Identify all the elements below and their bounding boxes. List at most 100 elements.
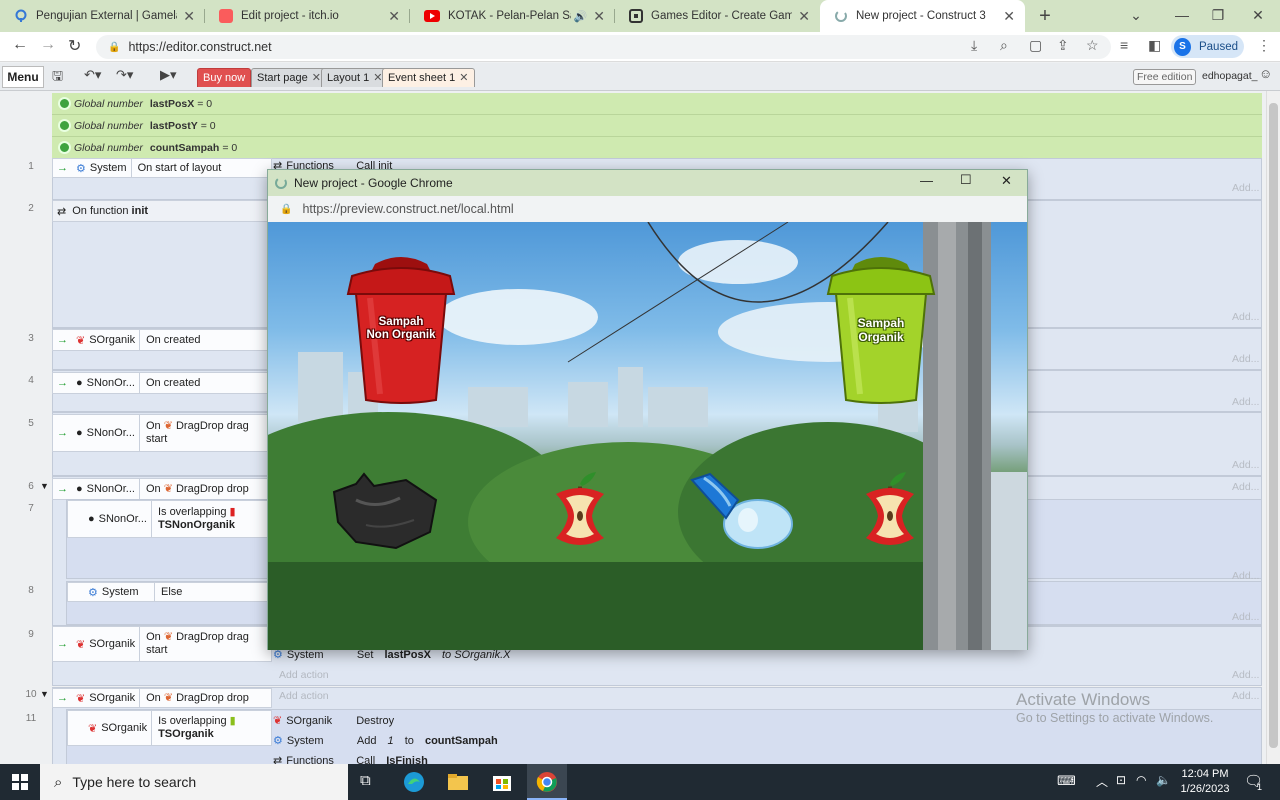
event-condition[interactable]: → ● SNonOr... On ❦ DragDrop drag start bbox=[52, 414, 272, 452]
reload-icon[interactable]: ↻ bbox=[68, 36, 81, 56]
zoom-icon[interactable]: ⌕ bbox=[1000, 37, 1008, 54]
username[interactable]: edhopagat_ bbox=[1202, 70, 1257, 82]
new-tab-button[interactable]: + bbox=[1025, 0, 1065, 32]
add-action-link[interactable]: Add... bbox=[1232, 690, 1259, 702]
volume-icon[interactable]: 🔈 bbox=[1156, 773, 1171, 787]
store-icon[interactable] bbox=[490, 770, 514, 794]
open-in-app-icon[interactable]: ▢ bbox=[1029, 37, 1042, 54]
event-condition[interactable]: → ● SNonOr... On created bbox=[52, 372, 272, 394]
event-condition[interactable]: → ❦ SOrganik On ❦ DragDrop drop bbox=[52, 688, 272, 708]
preview-window[interactable]: New project - Google Chrome — ☐ ✕ 🔒 http… bbox=[267, 169, 1028, 650]
global-variable[interactable]: Global number lastPostY = 0 bbox=[52, 115, 1262, 137]
plastic-bag-sprite[interactable] bbox=[326, 470, 442, 550]
user-avatar-icon[interactable]: ☺ bbox=[1259, 66, 1272, 81]
scrollbar-thumb[interactable] bbox=[1269, 103, 1278, 748]
forward-icon[interactable]: → bbox=[40, 36, 56, 54]
function-header[interactable]: ⇄ On function init bbox=[52, 200, 272, 222]
close-window-button[interactable]: ✕ bbox=[1240, 0, 1276, 32]
add-action-link[interactable]: Add... bbox=[1232, 311, 1259, 323]
preview-play-icon[interactable]: ▶▾ bbox=[160, 67, 177, 83]
preview-address-bar[interactable]: 🔒 https://preview.construct.net/local.ht… bbox=[268, 196, 1027, 222]
tab-games-editor[interactable]: Games Editor - Create Games w ✕ bbox=[615, 0, 820, 32]
tab-buy-now[interactable]: Buy now bbox=[197, 68, 252, 87]
minimize-button[interactable]: — bbox=[920, 173, 933, 188]
close-window-button[interactable]: ✕ bbox=[1001, 173, 1012, 189]
event-sheet-scrollbar[interactable] bbox=[1266, 91, 1280, 764]
file-explorer-icon[interactable] bbox=[446, 770, 470, 794]
non-organic-bin[interactable]: Sampah Non Organik bbox=[340, 254, 462, 404]
free-edition-badge[interactable]: Free edition bbox=[1133, 69, 1197, 85]
event-condition[interactable]: → ⚙ System On start of layout bbox=[52, 158, 272, 178]
add-action-link[interactable]: Add action bbox=[279, 669, 329, 681]
chrome-taskbar-button[interactable] bbox=[527, 764, 567, 800]
speaker-icon[interactable]: 🔊 bbox=[574, 10, 588, 23]
tab-event-sheet-1[interactable]: Event sheet 1 ✕ bbox=[382, 68, 475, 87]
add-action-link[interactable]: Add... bbox=[1232, 182, 1259, 194]
apple-core-sprite[interactable] bbox=[858, 470, 922, 554]
tab-layout-1[interactable]: Layout 1 ✕ bbox=[321, 68, 389, 87]
windows-start-icon[interactable] bbox=[12, 774, 28, 790]
close-tab-icon[interactable]: ✕ bbox=[593, 8, 605, 25]
close-tab-icon[interactable]: ✕ bbox=[388, 8, 400, 25]
taskbar-clock[interactable]: 12:04 PM 1/26/2023 bbox=[1172, 767, 1238, 797]
wifi-icon[interactable]: ◠ bbox=[1136, 773, 1146, 787]
minimize-button[interactable]: — bbox=[1164, 0, 1200, 32]
task-view-icon[interactable]: ⧉ bbox=[360, 772, 371, 789]
taskbar-search-box[interactable]: ⌕ Type here to search bbox=[40, 764, 348, 800]
add-action-link[interactable]: Add... bbox=[1232, 669, 1259, 681]
media-control-icon[interactable]: ≡ bbox=[1120, 37, 1128, 53]
address-bar[interactable]: 🔒 https://editor.construct.net bbox=[96, 35, 1111, 59]
side-panel-icon[interactable]: ◧ bbox=[1148, 37, 1161, 54]
organic-bin[interactable]: Sampah Organik bbox=[820, 254, 942, 404]
maximize-button[interactable]: ☐ bbox=[960, 172, 972, 188]
add-action-link[interactable]: Add... bbox=[1232, 396, 1259, 408]
tab-construct-new-project[interactable]: New project - Construct 3 ✕ bbox=[820, 0, 1025, 32]
close-tab-icon[interactable]: ✕ bbox=[183, 8, 195, 25]
profile-button[interactable]: S Paused bbox=[1171, 35, 1244, 58]
kebab-menu-icon[interactable]: ⋮ bbox=[1257, 37, 1271, 54]
add-action-link[interactable]: Add... bbox=[1232, 481, 1259, 493]
event-condition[interactable]: → ❦ SOrganik On created bbox=[52, 329, 272, 351]
chevron-up-icon[interactable]: ︿ bbox=[1096, 773, 1108, 790]
bookmark-star-icon[interactable]: ☆ bbox=[1086, 37, 1099, 54]
collapse-toggle-icon[interactable]: ▼ bbox=[40, 481, 49, 491]
add-action-link[interactable]: Add... bbox=[1232, 459, 1259, 471]
tab-start-page[interactable]: Start page ✕ bbox=[251, 68, 327, 87]
event-condition[interactable]: ❦ SOrganik Is overlapping ▮ TSOrganik bbox=[67, 710, 272, 746]
close-icon[interactable]: ✕ bbox=[312, 72, 321, 84]
add-action-link[interactable]: Add action bbox=[279, 690, 329, 702]
event-action[interactable]: ⇄ Functions Call IsFinish bbox=[273, 754, 428, 765]
preview-titlebar[interactable]: New project - Google Chrome — ☐ ✕ bbox=[268, 170, 1027, 196]
close-icon[interactable]: ✕ bbox=[459, 72, 468, 84]
menu-button[interactable]: Menu bbox=[2, 66, 44, 88]
redo-icon[interactable]: ↷▾ bbox=[116, 67, 133, 83]
network-icon[interactable]: ⊡ bbox=[1116, 773, 1126, 787]
plastic-bottle-sprite[interactable] bbox=[686, 470, 794, 552]
event-condition[interactable]: ● SNonOr... Is overlapping ▮ TSNonOrganik bbox=[67, 500, 272, 538]
event-action[interactable]: ❦ SOrganik Destroy bbox=[273, 714, 394, 728]
close-tab-icon[interactable]: ✕ bbox=[798, 8, 810, 25]
undo-icon[interactable]: ↶▾ bbox=[84, 67, 101, 83]
add-action-link[interactable]: Add... bbox=[1232, 353, 1259, 365]
event-action[interactable]: ⚙ System Add 1 to countSampah bbox=[273, 734, 498, 748]
back-icon[interactable]: ← bbox=[12, 36, 28, 54]
tab-search-icon[interactable]: ⌄ bbox=[1118, 0, 1154, 32]
tab-itchio[interactable]: Edit project - itch.io ✕ bbox=[205, 0, 410, 32]
event-condition[interactable]: → ● SNonOr... On ❦ DragDrop drop bbox=[52, 478, 272, 500]
edge-icon[interactable] bbox=[402, 770, 426, 794]
restore-button[interactable]: ❐ bbox=[1200, 0, 1236, 32]
keyboard-icon[interactable]: ⌨ bbox=[1057, 773, 1076, 789]
tab-gamelab[interactable]: Pengujian External | Gamelab.ID ✕ bbox=[0, 0, 205, 32]
global-variable[interactable]: Global number countSampah = 0 bbox=[52, 137, 1262, 159]
global-variable[interactable]: Global number lastPosX = 0 bbox=[52, 93, 1262, 115]
close-tab-icon[interactable]: ✕ bbox=[1003, 8, 1015, 25]
add-action-link[interactable]: Add... bbox=[1232, 611, 1259, 623]
share-icon[interactable]: ⇪ bbox=[1057, 37, 1069, 54]
apple-core-sprite[interactable] bbox=[548, 470, 612, 554]
collapse-toggle-icon[interactable]: ▼ bbox=[40, 689, 49, 699]
save-icon[interactable]: 🖫 bbox=[52, 67, 63, 89]
event-condition[interactable]: ⚙ System Else bbox=[67, 582, 272, 602]
event-condition[interactable]: → ❦ SOrganik On ❦ DragDrop drag start bbox=[52, 626, 272, 662]
tab-youtube[interactable]: KOTAK - Pelan-Pelan Saja (O 🔊 ✕ bbox=[410, 0, 615, 32]
game-canvas[interactable]: Sampah Non Organik Sampah Organik bbox=[268, 222, 1027, 650]
